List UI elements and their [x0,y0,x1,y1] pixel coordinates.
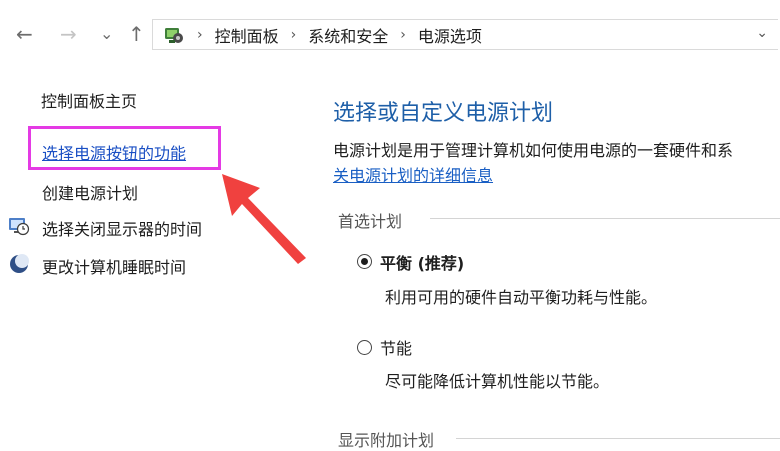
moon-sleep-icon [10,254,29,273]
group-divider [456,438,780,439]
show-additional-plans[interactable]: 显示附加计划 [338,427,434,451]
radio-balanced[interactable] [357,254,372,269]
address-bar[interactable]: › 控制面板 › 系统和安全 › 电源选项 ⌄ [152,19,778,50]
recent-locations-button[interactable]: ⌄ [100,22,113,46]
breadcrumb-separator: › [400,26,406,43]
plan-balanced-name[interactable]: 平衡 (推荐) [380,250,464,274]
preferred-plans-label: 首选计划 [338,212,403,231]
breadcrumb-separator: › [197,26,203,43]
sidebar-item-power-buttons[interactable]: 选择电源按钮的功能 [42,140,186,164]
page-description: 电源计划是用于管理计算机如何使用电源的一套硬件和系 [333,141,734,160]
breadcrumb-control-panel[interactable]: 控制面板 [215,23,279,47]
power-plan-details-link[interactable]: 关电源计划的详细信息 [333,162,493,186]
page-title: 选择或自定义电源计划 [333,101,554,126]
back-button[interactable]: ← [16,22,33,46]
chevron-down-icon[interactable]: ⌄ [756,25,768,41]
plan-power-saver-desc: 尽可能降低计算机性能以节能。 [385,372,610,391]
sidebar-item-sleep-time[interactable]: 更改计算机睡眠时间 [42,254,186,278]
sidebar-item-create-plan[interactable]: 创建电源计划 [42,180,138,204]
up-button[interactable]: ↑ [128,22,145,46]
monitor-clock-icon [9,218,30,236]
radio-power-saver[interactable] [357,340,372,355]
plan-balanced-desc: 利用可用的硬件自动平衡功耗与性能。 [385,288,658,307]
plan-power-saver-name[interactable]: 节能 [380,335,412,359]
breadcrumb-separator: › [290,26,297,43]
annotation-arrow [222,174,306,264]
control-panel-icon [165,27,183,43]
sidebar-home-link[interactable]: 控制面板主页 [41,88,137,112]
group-divider [430,218,780,219]
forward-button[interactable]: → [60,22,77,46]
sidebar-item-display-off-time[interactable]: 选择关闭显示器的时间 [42,216,202,240]
breadcrumb-power-options[interactable]: 电源选项 [418,23,482,47]
breadcrumb-system-security[interactable]: 系统和安全 [308,23,388,47]
